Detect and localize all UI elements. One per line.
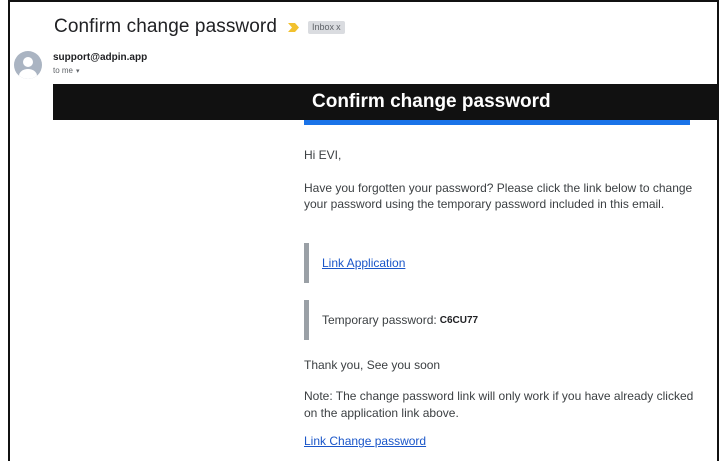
thanks-text: Thank you, See you soon bbox=[304, 358, 441, 372]
temp-password-callout: Temporary password: C6CU77 bbox=[304, 300, 684, 340]
application-link[interactable]: Link Application bbox=[322, 256, 405, 270]
accent-divider bbox=[304, 120, 690, 125]
recipient-details-toggle[interactable]: to me ▾ bbox=[53, 66, 80, 75]
recipient-label: to me bbox=[53, 66, 74, 75]
intro-paragraph: Have you forgotten your password? Please… bbox=[304, 181, 693, 211]
subject-row: Confirm change password Inbox x bbox=[54, 14, 345, 40]
remove-label-icon[interactable]: x bbox=[336, 22, 341, 32]
important-marker-icon[interactable] bbox=[287, 21, 300, 34]
note-paragraph: Note: The change password link will only… bbox=[304, 389, 694, 420]
email-subject: Confirm change password bbox=[54, 16, 278, 37]
temp-password-value: C6CU77 bbox=[439, 314, 479, 326]
inbox-label-chip[interactable]: Inbox x bbox=[308, 20, 345, 34]
default-avatar-icon bbox=[19, 57, 37, 79]
change-password-link[interactable]: Link Change password bbox=[304, 434, 426, 448]
temp-password-label: Temporary password: bbox=[322, 313, 437, 327]
chevron-down-icon: ▾ bbox=[76, 67, 80, 75]
banner-title: Confirm change password bbox=[312, 91, 551, 112]
application-link-callout: Link Application bbox=[304, 243, 684, 283]
inbox-label-text: Inbox bbox=[312, 21, 335, 32]
greeting-text: Hi EVI, bbox=[304, 148, 342, 162]
sender-avatar[interactable] bbox=[14, 51, 42, 79]
sender-address: support@adpin.app bbox=[53, 52, 148, 63]
